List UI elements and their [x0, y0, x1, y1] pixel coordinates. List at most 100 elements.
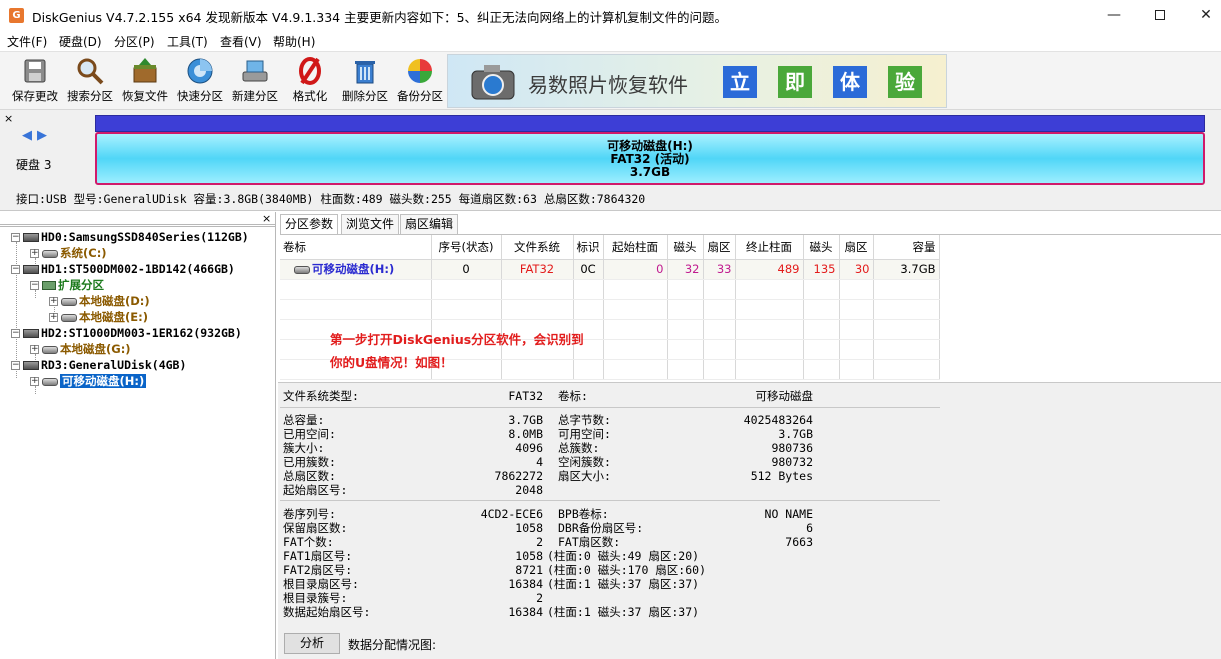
menu-help[interactable]: 帮助(H)	[273, 33, 315, 50]
start-head-cell: 32	[667, 259, 704, 280]
column-header[interactable]: 终止柱面	[735, 235, 804, 260]
menu-tools[interactable]: 工具(T)	[167, 33, 208, 50]
tree-node-hd2[interactable]: − HD2:ST1000DM003-1ER162(932GB)	[11, 325, 242, 341]
info-value: 16384	[508, 605, 543, 619]
new-partition-icon	[242, 60, 268, 82]
info-value: 1058	[515, 549, 543, 563]
tree-node-extended-partition[interactable]: − 扩展分区	[30, 277, 104, 293]
tree-node-hd0[interactable]: − HD0:SamsungSSD840Series(112GB)	[11, 229, 249, 245]
tab-partition-params[interactable]: 分区参数	[280, 214, 339, 234]
delete-partition-button[interactable]: 删除分区	[337, 56, 393, 108]
column-header[interactable]: 卷标	[280, 235, 432, 260]
collapse-icon[interactable]: −	[30, 281, 39, 290]
minimize-button[interactable]: —	[1091, 0, 1137, 30]
info-value-detail: (柱面:0 磁头:170 扇区:60)	[547, 563, 707, 577]
magnifier-icon	[77, 58, 104, 85]
bottom-bar: 分析 数据分配情况图:	[278, 628, 1221, 659]
info-row-basic: 已用空间: 8.0MB	[283, 427, 563, 441]
trash-icon	[355, 61, 375, 84]
partition-icon	[42, 249, 58, 258]
tree-node-partition-g[interactable]: + 本地磁盘(G:)	[30, 341, 131, 357]
banner-box-2: 即	[778, 66, 812, 98]
menu-view[interactable]: 查看(V)	[220, 33, 262, 50]
info-row-fat: (柱面:0 磁头:49 扇区:20) FAT1扇区号: 1058	[283, 549, 699, 563]
info-value: NO NAME	[764, 507, 813, 521]
backup-pie-icon	[408, 59, 432, 83]
partition-info-panel: 文件系统类型: FAT32 卷标: 可移动磁盘 总容量: 3.7GB 已用空间: 8.…	[278, 382, 1221, 628]
tab-sector-edit[interactable]: 扇区编辑	[400, 214, 459, 234]
tree-node-partition-c[interactable]: + 系统(C:)	[30, 245, 107, 261]
info-row-basic: 可用空间: 3.7GB	[558, 427, 833, 441]
column-header[interactable]: 起始柱面	[603, 235, 668, 260]
disk-info-line: 接口:USB 型号:GeneralUDisk 容量:3.8GB(3840MB) …	[16, 192, 646, 206]
tree-node-hd1[interactable]: − HD1:ST500DM002-1BD142(466GB)	[11, 261, 235, 277]
info-value: 7862272	[494, 469, 543, 483]
collapse-icon[interactable]: −	[11, 233, 20, 242]
expand-icon[interactable]: +	[49, 313, 58, 322]
promo-banner[interactable]: 易数照片恢复软件 立 即 体 验	[447, 54, 947, 108]
menu-partition[interactable]: 分区(P)	[114, 33, 155, 50]
recover-files-button[interactable]: 恢复文件	[117, 56, 173, 108]
collapse-icon[interactable]: −	[11, 329, 20, 338]
info-row-basic: 簇大小: 4096	[283, 441, 563, 455]
disk-map-close-button[interactable]: ×	[4, 112, 13, 125]
column-header[interactable]: 文件系统	[501, 235, 574, 260]
tree-node-partition-h[interactable]: + 可移动磁盘(H:)	[30, 373, 147, 389]
info-label: BPB卷标:	[558, 507, 609, 521]
partition-icon	[61, 297, 77, 306]
start-cylinder-cell: 0	[603, 259, 668, 280]
info-label: FAT个数:	[283, 535, 334, 549]
next-disk-icon[interactable]: ▶	[37, 128, 47, 143]
format-icon	[299, 57, 321, 85]
partition-block[interactable]: 可移动磁盘(H:) FAT32 (活动) 3.7GB	[95, 132, 1205, 185]
tree-node-partition-d[interactable]: + 本地磁盘(D:)	[49, 293, 150, 309]
expand-icon[interactable]: +	[30, 377, 39, 386]
red-annotation-text: 第一步打开DiskGenius分区软件，会识别到 你的U盘情况！如图！	[330, 332, 584, 370]
column-header[interactable]: 序号(状态)	[431, 235, 502, 260]
tree-node-rd3[interactable]: − RD3:GeneralUDisk(4GB)	[11, 357, 186, 373]
tab-browse-files[interactable]: 浏览文件	[341, 214, 400, 234]
save-icon	[24, 59, 46, 83]
column-header[interactable]: 标识	[573, 235, 604, 260]
info-label: 扇区大小:	[558, 469, 611, 483]
maximize-button[interactable]	[1137, 0, 1183, 30]
tree-node-partition-e[interactable]: + 本地磁盘(E:)	[49, 309, 148, 325]
partition-icon	[42, 377, 58, 386]
save-changes-button[interactable]: 保存更改	[7, 56, 63, 108]
column-header[interactable]: 扇区	[703, 235, 736, 260]
column-header[interactable]: 容量	[873, 235, 940, 260]
format-button[interactable]: 格式化	[282, 56, 338, 108]
info-row-basic: 总簇数: 980736	[558, 441, 833, 455]
index-cell: 0	[431, 259, 502, 280]
info-row-basic: 空闲簇数: 980732	[558, 455, 833, 469]
info-value: 2	[536, 591, 543, 605]
info-label: FAT2扇区号:	[283, 563, 353, 577]
quick-partition-button[interactable]: 快速分区	[172, 56, 228, 108]
table-row[interactable]: 可移动磁盘(H:) 0 FAT32 0C 0 32 33 489 135 30 …	[280, 259, 940, 280]
backup-partition-button[interactable]: 备份分区	[392, 56, 448, 108]
disk-strip	[95, 115, 1205, 132]
info-label: 根目录簇号:	[283, 591, 348, 605]
expand-icon[interactable]: +	[30, 345, 39, 354]
info-label: 总簇数:	[558, 441, 600, 455]
expand-icon[interactable]: +	[49, 297, 58, 306]
id-cell: 0C	[573, 259, 604, 280]
collapse-icon[interactable]: −	[11, 361, 20, 370]
column-header[interactable]: 扇区	[839, 235, 874, 260]
maximize-icon	[1155, 10, 1165, 20]
info-row-fat: FAT扇区数: 7663	[558, 535, 833, 549]
menu-file[interactable]: 文件(F)	[7, 33, 47, 50]
collapse-icon[interactable]: −	[11, 265, 20, 274]
info-separator	[280, 500, 940, 501]
info-label: 根目录扇区号:	[283, 577, 359, 591]
expand-icon[interactable]: +	[30, 249, 39, 258]
menu-disk[interactable]: 硬盘(D)	[59, 33, 102, 50]
close-button[interactable]: ✕	[1183, 0, 1221, 30]
search-partition-button[interactable]: 搜索分区	[62, 56, 118, 108]
new-partition-button[interactable]: 新建分区	[227, 56, 283, 108]
column-header[interactable]: 磁头	[803, 235, 840, 260]
previous-disk-icon[interactable]: ◀	[22, 128, 32, 143]
info-row-fat: FAT个数: 2	[283, 535, 563, 549]
column-header[interactable]: 磁头	[667, 235, 704, 260]
analyze-button[interactable]: 分析	[284, 633, 340, 654]
